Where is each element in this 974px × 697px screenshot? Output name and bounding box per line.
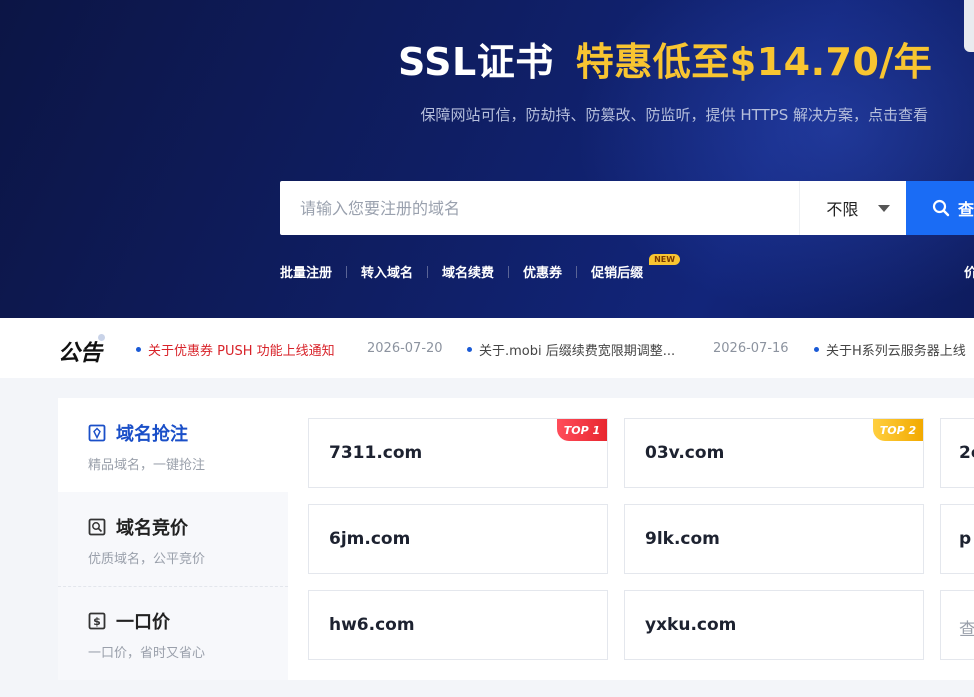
rank-badge: TOP 2 [873,419,923,441]
search-icon [932,199,950,217]
divider [508,265,510,278]
chevron-down-icon [878,204,891,212]
sidebar-item-backorder[interactable]: 域名抢注 精品域名，一键抢注 [58,398,288,492]
market-category-sidebar: 域名抢注 精品域名，一键抢注 域名竞价 优质域名，公平竞价 $ 一口价 一口价，… [58,398,288,680]
domain-card[interactable]: 03v.com TOP 2 [624,418,924,488]
new-badge: NEW [649,254,681,265]
scrollbar-thumb[interactable] [964,0,974,52]
domain-name: p [959,529,972,549]
sidebar-item-fixed-price[interactable]: $ 一口价 一口价，省时又省心 [58,586,288,680]
domain-name: 9lk.com [645,529,720,549]
announcement-item[interactable]: 关于优惠券 PUSH 功能上线通知 [136,340,335,359]
quicklink-promo-suffix[interactable]: 促销后缀 NEW [591,254,681,281]
rank-badge: TOP 1 [557,419,607,441]
hero-banner[interactable]: SSL证书 特惠低至$14.70/年 保障网站可信，防劫持、防篡改、防监听，提供… [0,0,974,318]
announcement-date: 2026-07-16 [713,341,789,356]
suffix-filter-select[interactable]: 不限 [799,181,906,235]
sidebar-item-auction[interactable]: 域名竞价 优质域名，公平竞价 [58,492,288,586]
svg-text:$: $ [93,615,101,628]
quicklink-bulk-register[interactable]: 批量注册 [280,262,332,281]
bullet-icon [467,347,472,352]
announcement-decoration [98,334,105,341]
domain-market-panel: 域名抢注 精品域名，一键抢注 域名竞价 优质域名，公平竞价 $ 一口价 一口价，… [58,398,974,680]
divider [58,586,288,587]
sidebar-item-subtitle: 优质域名，公平竞价 [88,552,206,567]
suffix-filter-value: 不限 [826,200,859,219]
domain-name: 03v.com [645,443,725,463]
domain-card[interactable]: yxku.com [624,590,924,660]
domain-card[interactable]: 9lk.com [624,504,924,574]
quick-links: 批量注册 转入域名 域名续费 优惠券 促销后缀 NEW [280,254,681,281]
bullet-icon [136,347,141,352]
search-button[interactable]: 查 [905,181,974,235]
search-button-label: 查 [957,200,974,219]
domain-card[interactable]: p [940,504,974,574]
domain-name: yxku.com [645,615,737,635]
announcement-text: 关于H系列云服务器上线 [826,344,966,359]
view-more-label: 查 [959,615,974,640]
domain-card[interactable]: 7311.com TOP 1 [308,418,608,488]
domain-name: 6jm.com [329,529,411,549]
announcement-item[interactable]: 关于.mobi 后缀续费宽限期调整... [467,340,675,359]
domain-card[interactable]: 2c [940,418,974,488]
domain-name: hw6.com [329,615,415,635]
quicklink-coupons[interactable]: 优惠券 [523,262,562,281]
sidebar-item-title: 一口价 [116,612,170,633]
divider [427,265,429,278]
announcement-date: 2026-07-20 [367,341,443,356]
domain-name: 7311.com [329,443,423,463]
sidebar-item-subtitle: 一口价，省时又省心 [88,646,206,661]
domain-search-bar: 不限 查 [280,181,974,235]
auction-icon [88,518,106,536]
quicklink-renew[interactable]: 域名续费 [442,262,494,281]
sidebar-item-subtitle: 精品域名，一键抢注 [88,458,206,473]
divider [576,265,578,278]
promo-headline[interactable]: SSL证书 特惠低至$14.70/年 [398,34,932,84]
view-more-card[interactable]: 查 [940,590,974,660]
promo-subline[interactable]: 保障网站可信，防劫持、防篡改、防监听，提供 HTTPS 解决方案，点击查看 [421,104,928,125]
sidebar-item-title: 域名竞价 [116,518,188,539]
headline-price: 特惠低至$14.70/年 [575,39,933,84]
sidebar-item-title: 域名抢注 [116,424,188,445]
quicklink-promo-suffix-label: 促销后缀 [591,266,644,281]
announcement-title: 公告 [58,341,103,366]
announcement-text: 关于.mobi 后缀续费宽限期调整... [479,344,676,359]
divider [346,265,348,278]
announcement-item[interactable]: 关于H系列云服务器上线 [814,340,966,359]
bullet-icon [814,347,819,352]
domain-card[interactable]: 6jm.com [308,504,608,574]
quicklink-partial[interactable]: 价 [964,262,974,281]
domain-name: 2c [959,443,974,463]
domain-search-input[interactable] [280,181,800,235]
dollar-icon: $ [88,612,106,630]
announcement-text: 关于优惠券 PUSH 功能上线通知 [148,344,335,359]
headline-product: SSL证书 [398,39,554,84]
announcement-bar: 公告 关于优惠券 PUSH 功能上线通知 2026-07-20 关于.mobi … [0,318,974,378]
quicklink-transfer[interactable]: 转入域名 [361,262,413,281]
backorder-icon [88,424,106,442]
domain-card[interactable]: hw6.com [308,590,608,660]
